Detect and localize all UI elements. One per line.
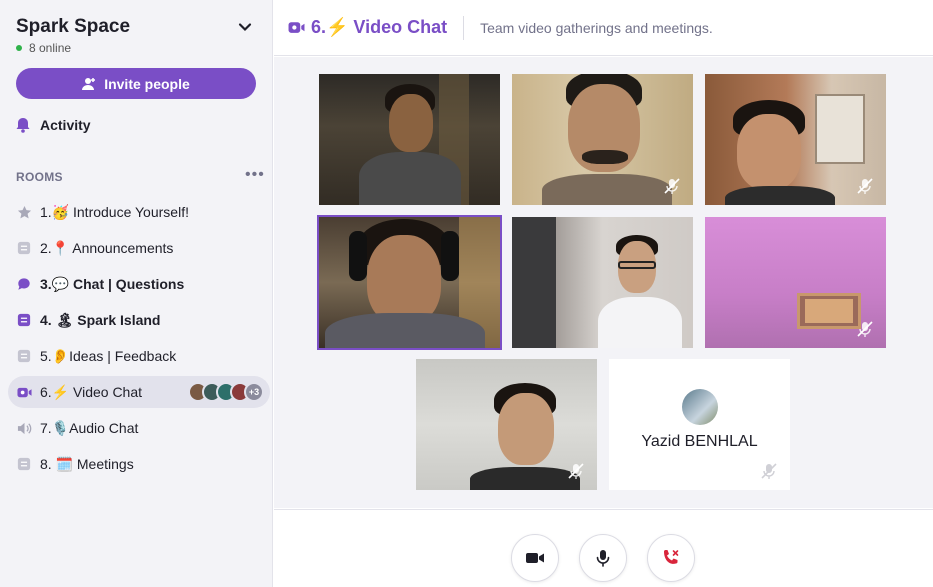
video-room-icon — [16, 384, 32, 400]
room-meetings[interactable]: 8. 🗓️ Meetings — [8, 448, 270, 480]
mic-muted-icon — [857, 321, 873, 337]
video-tile-active-speaker[interactable] — [317, 215, 502, 350]
room-audio-chat[interactable]: 7.🎙️Audio Chat — [8, 412, 270, 444]
participant-avatars: +3 — [188, 382, 264, 402]
room-description: Team video gatherings and meetings. — [480, 19, 713, 36]
video-tile-participant[interactable] — [512, 74, 693, 205]
text-channel-icon — [16, 348, 32, 364]
online-count: 8 online — [16, 41, 71, 55]
more-participants-badge: +3 — [244, 382, 264, 402]
chevron-down-icon[interactable] — [236, 18, 254, 36]
call-controls — [274, 509, 933, 587]
text-channel-icon — [16, 240, 32, 256]
bell-icon — [16, 118, 30, 133]
room-spark-island[interactable]: 4. 🏝 Spark Island — [8, 304, 270, 336]
header-divider — [463, 15, 465, 40]
chat-bubble-icon — [16, 276, 32, 292]
invite-people-button[interactable]: Invite people — [16, 68, 256, 99]
video-tile-participant[interactable] — [512, 217, 693, 348]
room-chat-questions[interactable]: 3.💬 Chat | Questions — [8, 268, 270, 300]
star-icon — [16, 204, 32, 220]
room-video-chat[interactable]: 6.⚡ Video Chat +3 — [8, 376, 270, 408]
rooms-heading: ROOMS — [16, 170, 63, 184]
video-tile-participant[interactable] — [319, 74, 500, 205]
video-tile-participant[interactable] — [705, 74, 886, 205]
camera-toggle-button[interactable] — [511, 534, 559, 582]
more-options-icon[interactable]: ••• — [245, 167, 265, 183]
video-camera-icon — [526, 553, 544, 563]
sidebar: Spark Space 8 online Invite people Activ… — [0, 0, 273, 587]
leave-call-button[interactable] — [647, 534, 695, 582]
mic-muted-icon — [761, 463, 777, 479]
video-tile-camera-off[interactable]: Yazid BENHLAL — [609, 359, 790, 490]
add-user-icon — [82, 77, 96, 90]
microphone-toggle-button[interactable] — [579, 534, 627, 582]
workspace-name[interactable]: Spark Space — [16, 16, 130, 38]
avatar — [681, 388, 718, 425]
video-tile-participant[interactable] — [705, 217, 886, 348]
room-introduce-yourself[interactable]: 1.🥳 Introduce Yourself! — [8, 196, 270, 228]
mic-muted-icon — [857, 178, 873, 194]
room-announcements[interactable]: 2.📍 Announcements — [8, 232, 270, 264]
room-header: 6.⚡ Video Chat Team video gatherings and… — [274, 0, 933, 56]
speaker-icon — [16, 420, 32, 436]
text-channel-icon — [16, 456, 32, 472]
activity-link[interactable]: Activity — [16, 117, 91, 133]
mic-muted-icon — [568, 463, 584, 479]
video-grid: Yazid BENHLAL — [274, 57, 933, 508]
video-room-icon — [288, 22, 305, 33]
room-title: 6.⚡ Video Chat — [288, 17, 447, 38]
online-dot-icon — [16, 45, 22, 51]
video-tile-participant[interactable] — [416, 359, 597, 490]
text-channel-icon — [16, 312, 32, 328]
mic-muted-icon — [664, 178, 680, 194]
microphone-icon — [596, 550, 610, 567]
room-ideas-feedback[interactable]: 5.👂Ideas | Feedback — [8, 340, 270, 372]
hang-up-phone-icon — [664, 550, 679, 564]
participant-name: Yazid BENHLAL — [641, 432, 758, 450]
